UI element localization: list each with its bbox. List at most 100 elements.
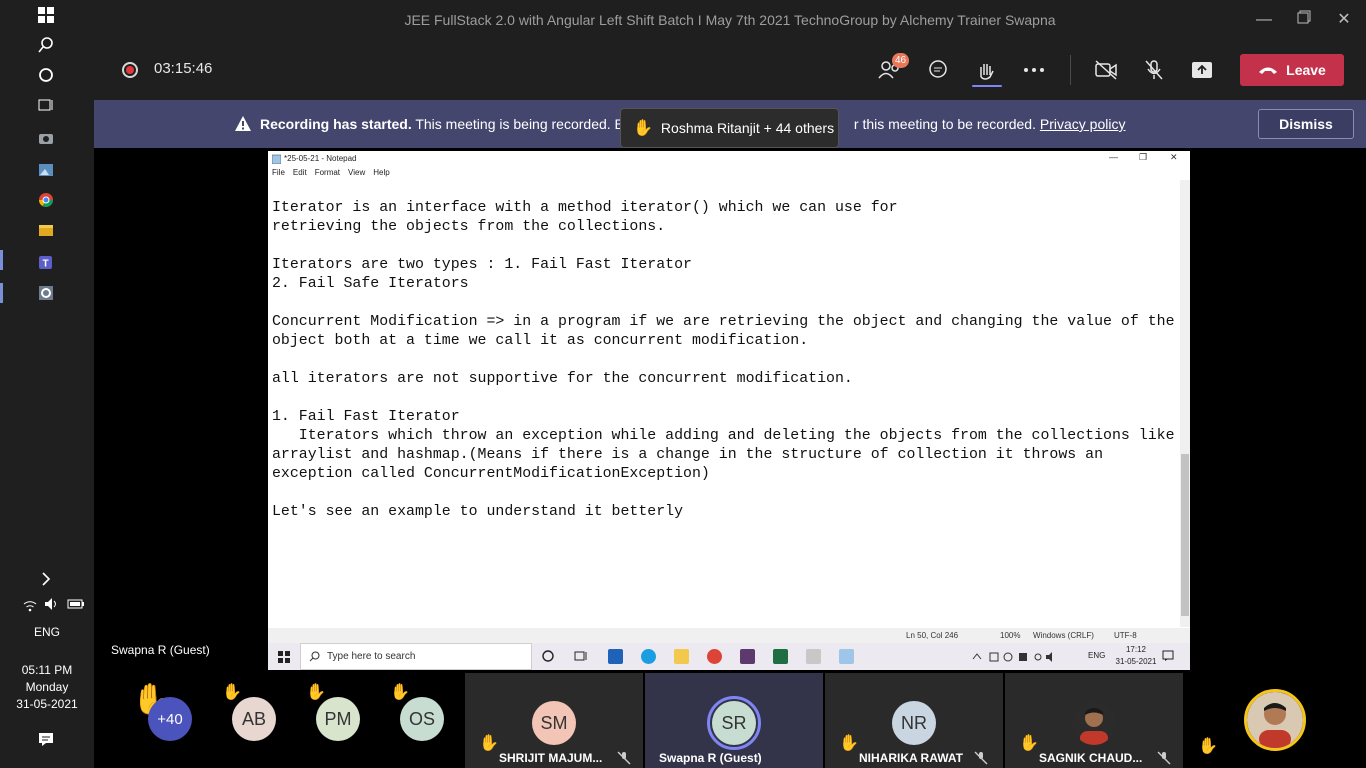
shared-task-view-icon[interactable] — [574, 650, 588, 662]
shared-language[interactable]: ENG — [1088, 651, 1105, 660]
camera-app-icon[interactable] — [36, 128, 56, 148]
file-explorer-icon[interactable] — [36, 220, 56, 240]
leave-button[interactable]: Leave — [1240, 54, 1344, 86]
participant-tile[interactable]: NR ✋ NIHARIKA RAWAT — [825, 673, 1003, 768]
shared-explorer-icon[interactable] — [674, 649, 689, 664]
raised-hand-icon: ✋ — [839, 735, 859, 752]
dismiss-button[interactable]: Dismiss — [1258, 109, 1354, 139]
notepad-line — [272, 351, 1172, 370]
os-clock-day[interactable]: Monday — [0, 679, 94, 695]
shared-tray-chevron-icon[interactable] — [972, 652, 982, 660]
settings-app-icon[interactable] — [36, 283, 56, 303]
os-language[interactable]: ENG — [0, 624, 94, 640]
meeting-controls: 03:15:46 46 Leave — [94, 40, 1366, 100]
teams-app-icon[interactable]: T — [36, 252, 56, 272]
menu-view[interactable]: View — [348, 168, 365, 177]
chevron-right-icon[interactable] — [36, 569, 56, 589]
share-screen-button[interactable] — [1186, 55, 1218, 85]
mic-off-icon — [1157, 751, 1171, 765]
participant-strip: ✋ +40 ✋ AB ✋ PM ✋ OS SM ✋ SHRIJIT MAJUM.… — [94, 670, 1366, 768]
shared-tray-icons[interactable] — [988, 651, 1060, 663]
scrollbar-thumb[interactable] — [1181, 454, 1189, 616]
raise-hand-button[interactable] — [970, 55, 1002, 87]
task-view-icon[interactable] — [36, 95, 56, 115]
notepad-line: all iterators are not supportive for the… — [272, 371, 853, 387]
os-clock-time[interactable]: 05:11 PM — [0, 662, 94, 678]
notepad-line: Iterators are two types : 1. Fail Fast I… — [272, 257, 692, 273]
toolbar-divider — [1070, 55, 1071, 85]
volume-icon[interactable] — [42, 594, 62, 614]
shared-edge-icon[interactable] — [641, 649, 656, 664]
shared-clock-date[interactable]: 31-05-2021 — [1110, 657, 1162, 666]
minimize-icon[interactable]: — — [1254, 10, 1274, 30]
shared-notification-icon[interactable] — [1162, 650, 1174, 662]
shared-windows-taskbar: Type here to search ENG 17:12 31-05-2021 — [268, 643, 1190, 670]
participant-tile[interactable]: ✋ SAGNIK CHAUD... — [1005, 673, 1183, 768]
window-titlebar: JEE FullStack 2.0 with Angular Left Shif… — [94, 0, 1366, 40]
raised-hand-icon: ✋ — [390, 684, 410, 701]
notepad-menu-bar: File Edit Format View Help — [272, 168, 390, 177]
shared-notepad-icon[interactable] — [839, 649, 854, 664]
more-options-button[interactable] — [1018, 55, 1050, 85]
windows-start-icon[interactable] — [36, 5, 56, 25]
participant-name: SAGNIK CHAUD... — [1039, 751, 1143, 765]
wifi-icon[interactable] — [20, 595, 40, 615]
status-encoding: UTF-8 — [1114, 631, 1137, 640]
notepad-text-area[interactable]: Iterator is an interface with a method i… — [272, 199, 1175, 522]
notepad-close-icon[interactable]: ✕ — [1170, 152, 1178, 163]
shared-clock-time[interactable]: 17:12 — [1120, 645, 1152, 654]
mute-button[interactable] — [1138, 55, 1170, 85]
notepad-title: *25-05-21 - Notepad — [284, 154, 357, 163]
raised-hand-icon: ✋ — [633, 120, 653, 137]
participant-avatar[interactable]: AB — [232, 697, 276, 741]
participant-avatar: SR — [712, 701, 756, 745]
menu-help[interactable]: Help — [373, 168, 389, 177]
notepad-line — [272, 237, 1172, 256]
notepad-scrollbar[interactable] — [1180, 180, 1190, 627]
active-underline — [972, 85, 1002, 87]
chrome-app-icon[interactable] — [36, 190, 56, 210]
shared-snip-icon[interactable] — [806, 649, 821, 664]
svg-text:T: T — [43, 259, 49, 270]
search-icon[interactable] — [36, 35, 56, 55]
notepad-maximize-icon[interactable]: ❐ — [1139, 152, 1147, 163]
participant-tile[interactable]: SM ✋ SHRIJIT MAJUM... — [465, 673, 643, 768]
menu-file[interactable]: File — [272, 168, 285, 177]
camera-button[interactable] — [1090, 55, 1122, 85]
notepad-line: Concurrent Modification => in a program … — [272, 314, 1175, 330]
privacy-policy-link[interactable]: Privacy policy — [1040, 116, 1126, 132]
raised-hands-toast[interactable]: ✋ Roshma Ritanjit + 44 others — [620, 108, 839, 148]
chat-button[interactable] — [922, 55, 954, 85]
photos-app-icon[interactable] — [36, 160, 56, 180]
shared-mail-icon[interactable] — [608, 649, 623, 664]
os-clock-date[interactable]: 31-05-2021 — [0, 696, 94, 712]
shared-cortana-icon[interactable] — [542, 650, 554, 662]
self-photo-icon — [1247, 692, 1303, 748]
battery-icon[interactable] — [66, 594, 86, 614]
notepad-line — [272, 294, 1172, 313]
participant-name: Swapna R (Guest) — [659, 751, 762, 765]
cortana-icon[interactable] — [36, 65, 56, 85]
menu-edit[interactable]: Edit — [293, 168, 307, 177]
menu-format[interactable]: Format — [315, 168, 340, 177]
shared-chrome-icon[interactable] — [707, 649, 722, 664]
participants-button[interactable]: 46 — [874, 53, 909, 85]
close-icon[interactable]: ✕ — [1334, 10, 1354, 30]
shared-start-icon[interactable] — [278, 651, 290, 663]
restore-icon[interactable] — [1294, 10, 1314, 30]
mic-off-icon — [617, 751, 631, 765]
shared-excel-icon[interactable] — [773, 649, 788, 664]
shared-search-box[interactable]: Type here to search — [300, 643, 532, 670]
participant-avatar[interactable]: OS — [400, 697, 444, 741]
notepad-minimize-icon[interactable]: — — [1109, 152, 1118, 162]
participant-name: NIHARIKA RAWAT — [859, 751, 963, 765]
self-video-avatar[interactable] — [1244, 689, 1306, 751]
leave-label: Leave — [1286, 62, 1326, 78]
shared-app-icon[interactable] — [740, 649, 755, 664]
share-tray-icon — [1192, 62, 1212, 78]
participant-tile-speaking[interactable]: SR Swapna R (Guest) — [645, 673, 823, 768]
participant-avatar[interactable]: PM — [316, 697, 360, 741]
notepad-window: *25-05-21 - Notepad — ❐ ✕ File Edit Form… — [268, 151, 1190, 628]
notifications-icon[interactable] — [36, 729, 56, 749]
overflow-participants-button[interactable]: +40 — [148, 697, 192, 741]
